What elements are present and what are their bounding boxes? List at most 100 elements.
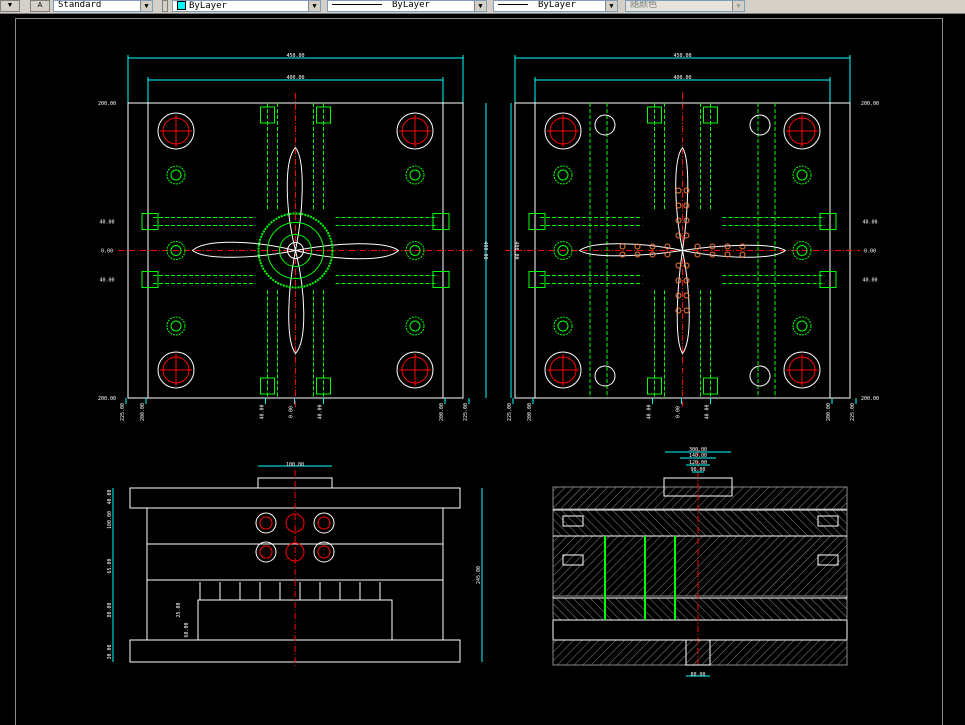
overall-width-label: 450.00: [673, 53, 691, 59]
overall-width-label: 450.00: [286, 53, 304, 59]
hatch-band: [552, 486, 848, 510]
y-zero-label: 0.00: [864, 249, 876, 255]
ejector-pin: [739, 251, 746, 258]
water-fitting: [703, 377, 718, 395]
hatch-band: [552, 639, 848, 666]
water-fitting: [528, 213, 546, 230]
water-fitting: [647, 377, 662, 395]
hatch-band: [552, 535, 848, 597]
cad-drawing[interactable]: 450.00 400.00 400.00 200.00 200.00 40.00 0.00 4…: [0, 0, 965, 725]
ejector-pin: [709, 251, 716, 258]
y-minus40-label: 40.00: [862, 278, 877, 284]
bottom-width-label: 80.00: [690, 672, 705, 678]
x-label: 225.00: [850, 403, 856, 421]
y-bottom-label: 200.00: [98, 396, 116, 402]
water-fitting: [260, 377, 275, 395]
ejector-pin: [675, 292, 682, 299]
height-label: 400.00: [482, 241, 488, 259]
hatch-band: [552, 509, 848, 537]
pillar-ring: [255, 541, 277, 563]
pillar-ring: [255, 512, 277, 534]
x-label: 40.00: [260, 404, 266, 419]
return-pin-inner: [170, 169, 182, 181]
hatch-band: [552, 597, 848, 621]
x-label: 200.00: [140, 403, 146, 421]
water-fitting: [432, 213, 450, 230]
x-label: 40.00: [647, 404, 653, 419]
height-label: 40.00: [107, 489, 113, 504]
return-pin: [405, 316, 425, 336]
x-label: 0.00: [289, 406, 295, 418]
dimension-label: 90.00: [690, 467, 705, 473]
ejector-pin: [649, 243, 656, 250]
height-label: 25.00: [176, 602, 182, 617]
ejector-pin: [739, 243, 746, 250]
water-fitting: [316, 377, 331, 395]
pillar-inner: [317, 545, 331, 559]
x-label: 40.00: [705, 404, 711, 419]
y-plus40-label: 40.00: [862, 220, 877, 226]
x-label: 200.00: [826, 403, 832, 421]
water-fitting: [432, 271, 450, 288]
return-pin: [553, 316, 573, 336]
height-label: 30.00: [107, 644, 113, 659]
ejector-pin: [619, 243, 626, 250]
return-pin-inner: [409, 169, 421, 181]
x-label: 0.00: [676, 406, 682, 418]
pillar-inner: [317, 516, 331, 530]
total-height-label: 245.00: [476, 566, 482, 584]
bottom-right-section-view: 300.00140.00120.0090.0080.00: [552, 447, 848, 678]
ejector-pin: [683, 187, 690, 194]
y-bottom-label: 200.00: [861, 396, 879, 402]
y-minus40-label: 40.00: [99, 278, 114, 284]
pillar-ring: [313, 541, 335, 563]
pillar-inner: [259, 545, 273, 559]
ejector-pin: [675, 187, 682, 194]
x-label: 40.00: [318, 404, 324, 419]
inner-width-label: 400.00: [286, 75, 304, 81]
screw-hole: [749, 365, 771, 387]
dimension-label: 140.00: [689, 453, 707, 459]
ejector-pin: [675, 217, 682, 224]
screw-hole: [749, 114, 771, 136]
water-fitting: [819, 213, 837, 230]
height-label: 60.00: [184, 622, 190, 637]
return-pin: [405, 165, 425, 185]
return-pin-inner: [796, 169, 808, 181]
height-label: 80.00: [107, 602, 113, 617]
ejector-pin: [619, 251, 626, 258]
return-pin: [166, 165, 186, 185]
top-width-label: 100.00: [286, 462, 304, 468]
y-top-label: 200.00: [98, 101, 116, 107]
ejector-pin: [683, 202, 690, 209]
water-fitting: [528, 271, 546, 288]
x-label: 225.00: [507, 403, 513, 421]
height-label: 65.00: [107, 558, 113, 573]
return-pin: [553, 165, 573, 185]
screw-hole: [594, 365, 616, 387]
x-label: 225.00: [463, 403, 469, 421]
bottom-left-section-view: 100.00 245.00 40.00 100.00 65.00 80.00 30.00 25…: [107, 462, 483, 668]
return-pin-inner: [170, 320, 182, 332]
ejector-pin: [634, 251, 641, 258]
inner-width-label: 400.00: [673, 75, 691, 81]
return-pin-inner: [409, 320, 421, 332]
return-pin: [792, 165, 812, 185]
dimension-label: 120.00: [689, 460, 707, 466]
ejector-pin: [724, 243, 731, 250]
x-label: 200.00: [527, 403, 533, 421]
return-pin: [792, 316, 812, 336]
return-pin-inner: [796, 320, 808, 332]
ejector-pin: [683, 307, 690, 314]
ejector-pin: [683, 277, 690, 284]
ejector-pin: [675, 307, 682, 314]
pillar-inner: [259, 516, 273, 530]
return-pin-inner: [557, 320, 569, 332]
return-pin-inner: [557, 169, 569, 181]
water-fitting: [819, 271, 837, 288]
y-top-label: 200.00: [861, 101, 879, 107]
y-zero-label: 0.00: [101, 249, 113, 255]
screw-hole: [594, 114, 616, 136]
y-plus40-label: 40.00: [99, 220, 114, 226]
pillar-ring: [313, 512, 335, 534]
